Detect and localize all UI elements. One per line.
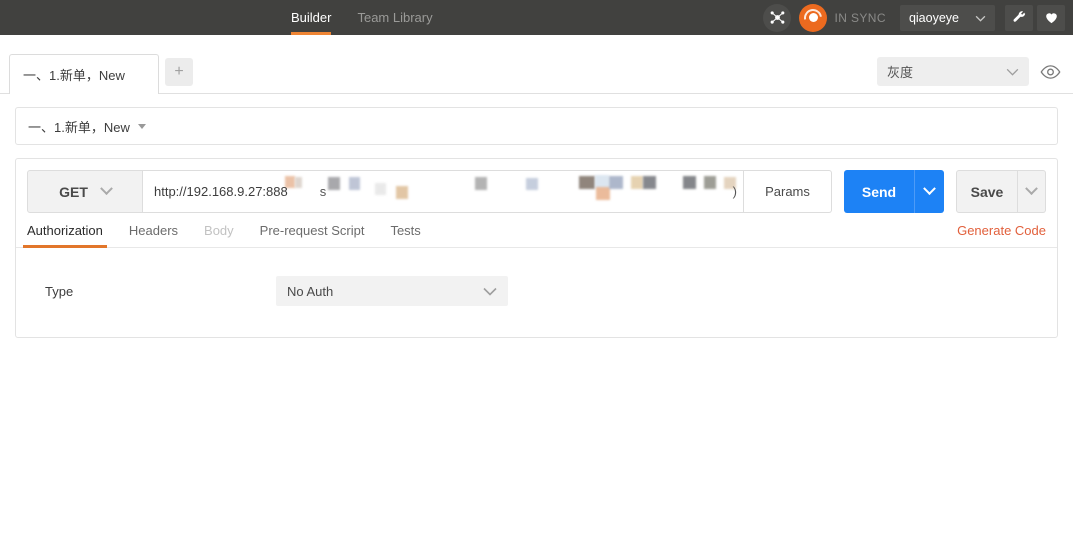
user-menu[interactable]: qiaoyeye — [899, 4, 995, 31]
send-button[interactable]: Send — [844, 170, 914, 213]
tab-authorization[interactable]: Authorization — [23, 223, 107, 248]
chevron-down-icon — [1006, 64, 1019, 79]
heart-icon[interactable] — [1037, 4, 1065, 31]
generate-code-label: Generate Code — [957, 223, 1046, 238]
request-tab-strip: 一、1.新单，New + 灰度 — [0, 35, 1073, 94]
tab-headers[interactable]: Headers — [129, 223, 178, 247]
sync-status-label: IN SYNC — [834, 10, 886, 25]
tab-builder[interactable]: Builder — [291, 0, 332, 35]
sync-circle-icon — [799, 3, 828, 32]
save-label: Save — [970, 183, 1004, 200]
add-tab-button[interactable]: + — [165, 58, 193, 86]
user-name-label: qiaoyeye — [908, 10, 959, 25]
app-top-bar: Builder Team Library IN SYNC qiaoyeye — [0, 0, 1073, 35]
request-tab-label: 一、1.新单，New — [23, 68, 125, 83]
authorization-panel: Type No Auth — [16, 248, 1057, 306]
request-name-bar[interactable]: 一、1.新单，New — [15, 107, 1058, 145]
url-row: GET http://192.168.9.27:888 s ) Params S… — [16, 159, 1057, 213]
params-label: Params — [765, 184, 810, 199]
tab-tests[interactable]: Tests — [390, 223, 420, 247]
chevron-down-icon — [923, 182, 936, 196]
wrench-icon[interactable] — [1005, 4, 1033, 31]
url-input[interactable]: http://192.168.9.27:888 s ) — [143, 170, 744, 213]
request-tab[interactable]: 一、1.新单，New — [9, 54, 159, 94]
send-options-button[interactable] — [914, 170, 944, 213]
tab-headers-label: Headers — [128, 223, 179, 238]
caret-down-icon[interactable] — [137, 123, 146, 129]
tab-team-library[interactable]: Team Library — [357, 0, 432, 35]
auth-type-select[interactable]: No Auth — [276, 276, 508, 306]
eye-icon[interactable] — [1036, 57, 1064, 86]
chevron-down-icon — [483, 284, 497, 299]
auth-type-value: No Auth — [287, 283, 334, 299]
tab-body-label: Body — [204, 223, 234, 238]
network-share-icon[interactable] — [763, 3, 792, 32]
request-panel: GET http://192.168.9.27:888 s ) Params S… — [15, 158, 1058, 338]
params-button[interactable]: Params — [744, 170, 832, 213]
save-button[interactable]: Save — [956, 170, 1018, 213]
save-options-button[interactable] — [1018, 170, 1046, 213]
auth-type-label: Type — [45, 283, 74, 299]
url-end-char: ) — [732, 184, 737, 199]
chevron-down-icon — [975, 9, 986, 27]
generate-code-link[interactable]: Generate Code — [957, 223, 1046, 238]
request-sub-tabs: Authorization Headers Body Pre-request S… — [16, 213, 1057, 248]
request-name-label: 一、1.新单，New — [28, 119, 130, 135]
tab-authorization-label: Authorization — [27, 223, 103, 238]
chevron-down-icon — [100, 182, 113, 196]
chevron-down-icon — [1025, 182, 1038, 196]
sync-status[interactable]: IN SYNC — [799, 3, 886, 32]
url-suffix-char: s — [319, 184, 327, 199]
tab-team-library-label: Team Library — [357, 10, 433, 25]
url-text: http://192.168.9.27:888 — [154, 184, 288, 199]
top-navigation: Builder Team Library — [291, 0, 433, 35]
environment-label: 灰度 — [887, 65, 914, 80]
tab-builder-label: Builder — [291, 10, 332, 25]
http-method-label: GET — [59, 183, 88, 200]
http-method-select[interactable]: GET — [27, 170, 143, 213]
tab-pre-request-script[interactable]: Pre-request Script — [260, 223, 365, 247]
top-bar-actions: IN SYNC qiaoyeye — [763, 0, 1073, 35]
tab-tests-label: Tests — [390, 223, 421, 238]
send-label: Send — [861, 183, 897, 200]
environment-select[interactable]: 灰度 — [877, 57, 1029, 86]
tab-body[interactable]: Body — [204, 223, 234, 247]
plus-icon: + — [174, 63, 184, 80]
tab-pre-request-script-label: Pre-request Script — [259, 223, 365, 238]
